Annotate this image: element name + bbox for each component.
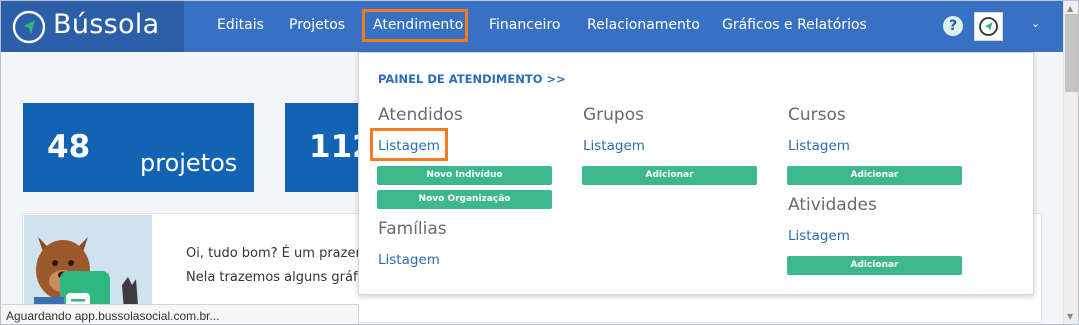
- stat-label: projetos: [140, 149, 238, 177]
- familias-title: Famílias: [378, 219, 447, 239]
- help-icon[interactable]: ?: [943, 16, 963, 36]
- stat-card-2[interactable]: 112: [285, 103, 374, 192]
- atividades-adicionar-button[interactable]: Adicionar: [787, 256, 962, 275]
- grupos-title: Grupos: [583, 105, 644, 125]
- cursos-adicionar-button[interactable]: Adicionar: [787, 166, 962, 185]
- scroll-up-icon[interactable]: ▲: [1067, 4, 1073, 13]
- scroll-thumb[interactable]: [1065, 14, 1078, 92]
- nav-active-highlight: [362, 9, 468, 42]
- grupos-listagem-link[interactable]: Listagem: [583, 138, 645, 154]
- compass-logo-icon: [12, 10, 46, 44]
- painel-atendimento-link[interactable]: PAINEL DE ATENDIMENTO >>: [378, 72, 566, 86]
- atividades-title: Atividades: [788, 195, 877, 215]
- atendimento-dropdown: PAINEL DE ATENDIMENTO >> Atendidos Lista…: [358, 52, 1034, 295]
- atendidos-title: Atendidos: [378, 105, 463, 125]
- grupos-adicionar-button[interactable]: Adicionar: [582, 166, 757, 185]
- familias-listagem-link[interactable]: Listagem: [378, 252, 440, 268]
- nav-relacionamento[interactable]: Relacionamento: [587, 17, 700, 33]
- welcome-text-2: Nela trazemos alguns gráfi: [186, 270, 362, 285]
- status-text: Aguardando app.bussolasocial.com.br...: [6, 309, 220, 323]
- welcome-text-1: Oi, tudo bom? É um prazer: [186, 246, 361, 261]
- scroll-down-icon[interactable]: ▼: [1067, 312, 1073, 321]
- chevron-down-icon[interactable]: ⌄: [1031, 17, 1040, 30]
- nav-projetos[interactable]: Projetos: [289, 17, 345, 33]
- nav-graficos-relatorios[interactable]: Gráficos e Relatórios: [722, 17, 867, 33]
- nav-financeiro[interactable]: Financeiro: [489, 17, 560, 33]
- novo-individuo-button[interactable]: Novo Indivíduo: [377, 166, 552, 185]
- atividades-listagem-link[interactable]: Listagem: [788, 228, 850, 244]
- browser-window: Bússola Editais Projetos Atendimento Fin…: [0, 0, 1079, 325]
- user-avatar[interactable]: [974, 12, 1003, 41]
- cursos-title: Cursos: [788, 105, 846, 125]
- cursos-listagem-link[interactable]: Listagem: [788, 138, 850, 154]
- listagem-highlight: [370, 128, 448, 161]
- novo-organizacao-button[interactable]: Novo Organização: [377, 190, 552, 209]
- stat-value: 48: [47, 129, 91, 165]
- stat-card-projetos[interactable]: 48 projetos: [23, 103, 254, 192]
- app-name: Bússola: [53, 9, 160, 40]
- top-nav: Bússola Editais Projetos Atendimento Fin…: [1, 1, 1063, 52]
- nav-editais[interactable]: Editais: [217, 17, 264, 33]
- compass-avatar-icon: [979, 17, 998, 36]
- status-bar: Aguardando app.bussolasocial.com.br...: [1, 304, 359, 324]
- logo[interactable]: Bússola: [1, 1, 184, 52]
